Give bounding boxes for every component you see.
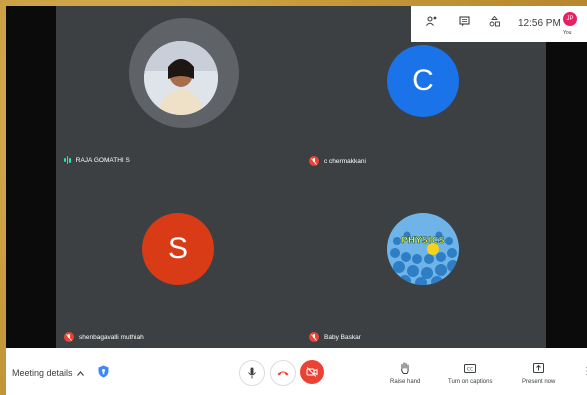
physics-avatar-text: PHYSICS	[401, 236, 445, 246]
participant-name: c chermakkani	[324, 157, 366, 165]
raise-hand-label: Raise hand	[390, 379, 421, 385]
chat-icon[interactable]	[457, 14, 471, 28]
participant-avatar: S	[142, 213, 214, 285]
participant-name: RAJA GOMATHI S	[75, 156, 130, 164]
avatar[interactable]: JP	[563, 12, 577, 26]
speaking-indicator-icon	[64, 156, 71, 164]
clock: 12:56 PM	[518, 18, 561, 29]
mic-off-icon	[309, 332, 319, 342]
raise-hand-button[interactable]: Raise hand	[390, 362, 420, 385]
self-label: You	[563, 30, 572, 36]
captions-label: Turn on captions	[448, 379, 493, 385]
more-options-icon[interactable]: ⋮	[582, 366, 587, 377]
captions-button[interactable]: CC Turn on captions	[448, 362, 492, 385]
participant-name-tag: c chermakkani	[309, 156, 366, 166]
svg-text:CC: CC	[467, 366, 473, 372]
microphone-icon	[248, 367, 256, 379]
meeting-details-button[interactable]: Meeting details	[12, 368, 84, 378]
mic-off-icon	[64, 332, 74, 342]
present-now-label: Present now	[522, 379, 556, 385]
participant-name: shenbagavalli muthiah	[79, 333, 144, 341]
top-bar: 12:56 PM JP You	[411, 6, 587, 42]
activities-icon[interactable]	[487, 14, 501, 28]
left-letterbox	[6, 6, 56, 348]
right-letterbox	[546, 6, 587, 348]
hang-up-icon	[277, 371, 289, 376]
participant-tile-shenbagavalli[interactable]: S shenbagavalli muthiah	[56, 177, 301, 348]
avatar-initial: S	[167, 232, 188, 265]
meet-window: RAJA GOMATHI S C c chermakkani S shenbag…	[6, 6, 587, 395]
end-call-button[interactable]	[270, 360, 296, 386]
bottom-bar: Meeting details Raise hand CC Turn on ca…	[6, 348, 587, 395]
avatar-initial: C	[412, 64, 434, 97]
participant-avatar: C	[387, 45, 459, 117]
participant-name: Baby Baskar	[324, 333, 361, 341]
participant-tile-raja[interactable]: RAJA GOMATHI S	[56, 6, 301, 177]
microphone-button[interactable]	[239, 360, 265, 386]
captions-icon: CC	[464, 362, 477, 374]
people-icon[interactable]	[425, 14, 439, 28]
participant-name-tag: shenbagavalli muthiah	[64, 332, 144, 342]
present-icon	[533, 362, 545, 374]
participant-name-tag: Baby Baskar	[309, 332, 361, 342]
camera-off-icon	[306, 367, 318, 377]
chevron-up-icon	[76, 370, 84, 376]
participant-photo	[144, 41, 218, 115]
present-now-button[interactable]: Present now	[522, 362, 555, 385]
mic-off-icon	[309, 156, 319, 166]
shield-icon[interactable]	[98, 365, 109, 383]
camera-off-button[interactable]	[300, 360, 324, 384]
participant-name-tag: RAJA GOMATHI S	[64, 156, 130, 164]
participant-tile-baby-baskar[interactable]: PHYSICS Baby Baskar	[301, 177, 546, 348]
physics-avatar-image: PHYSICS	[387, 213, 459, 285]
hand-icon	[400, 362, 410, 374]
meeting-details-label: Meeting details	[12, 368, 73, 378]
